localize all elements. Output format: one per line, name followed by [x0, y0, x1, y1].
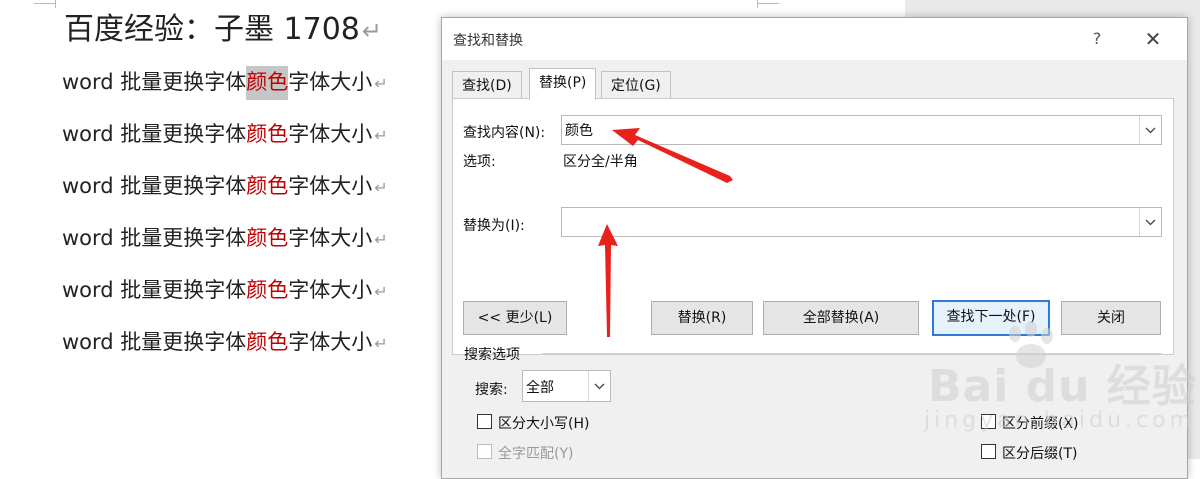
- document-line[interactable]: word 批量更换字体颜色字体大小 ↵: [62, 222, 388, 254]
- document-line[interactable]: word 批量更换字体颜色字体大小 ↵: [62, 66, 388, 100]
- options-label: 选项:: [463, 154, 496, 170]
- line-text-before: word 批量更换字体: [62, 122, 247, 146]
- search-options-heading: 搜索选项: [464, 347, 520, 363]
- find-what-value: 颜色: [565, 123, 593, 139]
- line-text-after: 字体大小: [288, 122, 373, 146]
- whole-word-label: 全字匹配(Y): [498, 446, 574, 462]
- chevron-down-icon: [594, 383, 605, 389]
- dialog-titlebar[interactable]: 查找和替换 ? ✕: [442, 18, 1187, 60]
- tab-goto-label: 定位(G): [611, 78, 661, 94]
- baidu-jingyan-watermark: Bai du 经验 jingyan.baidu.com: [920, 321, 1200, 459]
- replace-with-dropdown-arrow[interactable]: [1139, 208, 1161, 236]
- find-what-dropdown-arrow[interactable]: [1139, 116, 1161, 144]
- find-what-combobox[interactable]: 颜色: [561, 115, 1162, 145]
- find-what-label: 查找内容(N):: [463, 125, 546, 141]
- close-button[interactable]: 关闭: [1061, 301, 1161, 335]
- paragraph-mark: ↵: [361, 17, 382, 45]
- tab-find-label: 查找(D): [462, 78, 512, 94]
- paragraph-mark: ↵: [374, 230, 388, 249]
- search-direction-arrow[interactable]: [588, 371, 610, 401]
- replace-all-button[interactable]: 全部替换(A): [763, 301, 919, 335]
- replace-button[interactable]: 替换(R): [651, 301, 753, 335]
- line-text-after: 字体大小: [288, 226, 373, 250]
- highlight-word: 颜色: [246, 330, 289, 354]
- line-text-after: 字体大小: [288, 70, 373, 94]
- less-button[interactable]: << 更少(L): [463, 301, 567, 335]
- document-line[interactable]: word 批量更换字体颜色字体大小 ↵: [62, 170, 388, 202]
- paragraph-mark: ↵: [374, 74, 388, 93]
- line-text-before: word 批量更换字体: [62, 174, 247, 198]
- line-text-after: 字体大小: [288, 330, 373, 354]
- tab-find[interactable]: 查找(D): [452, 71, 522, 101]
- close-icon[interactable]: ✕: [1136, 26, 1170, 52]
- match-case-label: 区分大小写(H): [498, 416, 590, 432]
- page-corner-mark-left-v: [55, 0, 56, 8]
- selected-highlight-word: 颜色: [246, 66, 289, 100]
- line-text-before: word 批量更换字体: [62, 70, 247, 94]
- chevron-down-icon: [1145, 219, 1156, 225]
- tab-goto[interactable]: 定位(G): [601, 71, 671, 101]
- paragraph-mark: ↵: [374, 334, 388, 353]
- replace-with-combobox[interactable]: [561, 207, 1162, 237]
- replace-with-label: 替换为(I):: [463, 218, 525, 234]
- highlight-word: 颜色: [246, 174, 289, 198]
- page-corner-mark-left: [34, 3, 56, 4]
- highlight-word: 颜色: [246, 278, 289, 302]
- document-line[interactable]: word 批量更换字体颜色字体大小 ↵: [62, 274, 388, 306]
- line-text-before: word 批量更换字体: [62, 226, 247, 250]
- whole-word-checkbox[interactable]: [477, 444, 492, 459]
- line-text-after: 字体大小: [288, 174, 373, 198]
- line-text-before: word 批量更换字体: [62, 330, 247, 354]
- document-title[interactable]: 百度经验：子墨 1708↵: [64, 12, 382, 49]
- options-value: 区分全/半角: [563, 154, 638, 170]
- chevron-down-icon: [1145, 127, 1156, 133]
- page-corner-mark-right-v: [757, 0, 758, 8]
- line-text-before: word 批量更换字体: [62, 278, 247, 302]
- watermark-logo-text: Bai du 经验: [928, 361, 1197, 412]
- document-line[interactable]: word 批量更换字体颜色字体大小 ↵: [62, 326, 388, 358]
- match-case-checkbox[interactable]: [477, 414, 492, 429]
- line-text-after: 字体大小: [288, 278, 373, 302]
- search-direction-value: 全部: [526, 380, 554, 396]
- search-direction-select[interactable]: 全部: [522, 370, 611, 402]
- page-corner-mark-right: [757, 3, 779, 4]
- paragraph-mark: ↵: [374, 178, 388, 197]
- tab-replace-label: 替换(P): [539, 75, 587, 91]
- watermark-url: jingyan.baidu.com: [924, 408, 1196, 433]
- paragraph-mark: ↵: [374, 126, 388, 145]
- paragraph-mark: ↵: [374, 282, 388, 301]
- dialog-title: 查找和替换: [453, 33, 523, 49]
- document-line[interactable]: word 批量更换字体颜色字体大小 ↵: [62, 118, 388, 150]
- tab-replace[interactable]: 替换(P): [529, 68, 597, 100]
- search-direction-label: 搜索:: [475, 382, 508, 398]
- document-title-text: 百度经验：子墨 1708: [64, 12, 360, 47]
- highlight-word: 颜色: [246, 226, 289, 250]
- help-icon[interactable]: ?: [1082, 28, 1112, 50]
- highlight-word: 颜色: [246, 122, 289, 146]
